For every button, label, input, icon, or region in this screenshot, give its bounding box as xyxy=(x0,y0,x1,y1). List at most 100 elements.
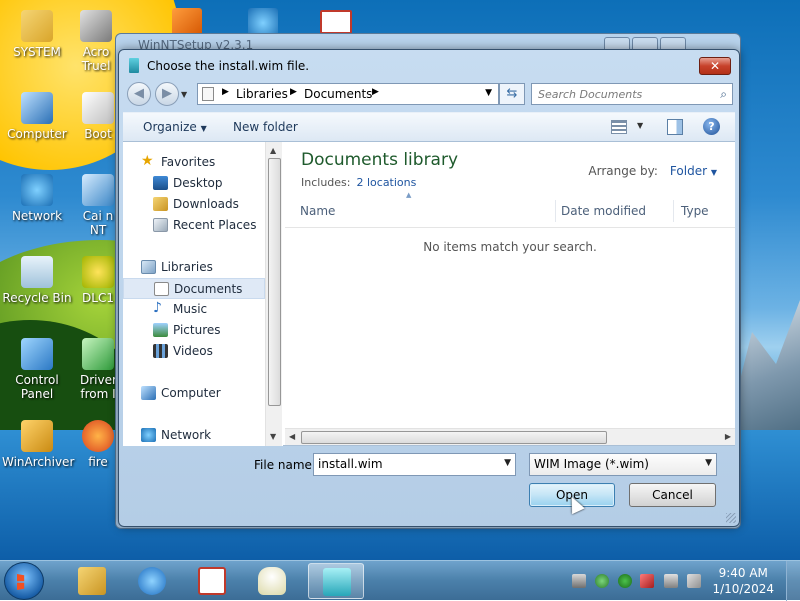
scroll-up-icon[interactable]: ▲ xyxy=(270,146,276,155)
winntsetup-icon xyxy=(323,568,351,596)
column-divider[interactable] xyxy=(555,200,556,222)
organize-button[interactable]: Organize ▼ xyxy=(143,120,207,134)
archive-icon xyxy=(21,420,53,452)
breadcrumb-chevron-icon[interactable]: ▶ xyxy=(372,87,379,97)
control-panel-icon xyxy=(21,338,53,370)
tool-icon[interactable] xyxy=(640,574,654,588)
breadcrumb-chevron-icon[interactable]: ▶ xyxy=(222,87,229,97)
file-name-input[interactable]: install.wim ▼ xyxy=(313,453,516,476)
volume-muted-icon[interactable] xyxy=(687,574,701,588)
driver-icon xyxy=(82,338,114,370)
desktop-icon-setup[interactable]: Cai n NT xyxy=(80,174,116,237)
dialog-title-icon xyxy=(129,58,139,73)
scrollbar-thumb[interactable] xyxy=(301,431,607,444)
taskbar: 9:40 AM 1/10/2024 xyxy=(0,560,800,601)
scroll-left-icon[interactable]: ◀ xyxy=(289,432,295,441)
nav-desktop[interactable]: Desktop xyxy=(123,173,265,194)
play-icon[interactable] xyxy=(618,574,632,588)
clock[interactable]: 9:40 AM 1/10/2024 xyxy=(712,565,774,597)
locations-link[interactable]: 2 locations xyxy=(356,176,416,189)
desktop-icon-driver[interactable]: Driver from I xyxy=(80,338,116,401)
command-bar: Organize ▼ New folder ▼ ? xyxy=(123,112,735,142)
column-type[interactable]: Type xyxy=(681,204,709,218)
desktop-icon-winarchiver[interactable]: WinArchiver xyxy=(2,420,74,469)
scroll-right-icon[interactable]: ▶ xyxy=(725,432,731,441)
desktop-icon-network[interactable]: Network xyxy=(2,174,72,223)
cancel-button[interactable]: Cancel xyxy=(629,483,716,507)
scrollbar-thumb[interactable] xyxy=(268,158,281,406)
folder-user-icon xyxy=(21,10,53,42)
recent-places-icon xyxy=(153,218,168,232)
nav-documents[interactable]: Documents xyxy=(123,278,265,299)
history-dropdown-icon[interactable]: ▼ xyxy=(181,90,187,99)
search-box[interactable]: ⌕ xyxy=(531,83,733,105)
downloads-folder-icon xyxy=(153,197,168,211)
shield-icon[interactable] xyxy=(595,574,609,588)
close-button[interactable]: ✕ xyxy=(699,57,731,75)
tray-stack-icon[interactable] xyxy=(572,574,586,588)
nav-favorites[interactable]: ★ Favorites xyxy=(123,152,265,173)
nav-pictures[interactable]: Pictures xyxy=(123,320,265,341)
taskbar-winntsetup[interactable] xyxy=(308,563,364,599)
resize-grip[interactable] xyxy=(726,513,736,523)
column-divider[interactable] xyxy=(673,200,674,222)
breadcrumb-documents[interactable]: Documents xyxy=(304,87,372,101)
taskbar-unicode-app[interactable] xyxy=(184,563,240,599)
desktop-icon-boot[interactable]: Boot xyxy=(80,92,116,141)
nav-downloads[interactable]: Downloads xyxy=(123,194,265,215)
clock-date: 1/10/2024 xyxy=(712,582,774,596)
desktop-icon-system[interactable]: SYSTEM xyxy=(2,10,72,59)
chevron-down-icon[interactable]: ▼ xyxy=(504,458,511,468)
navigation-pane: ★ Favorites Desktop Downloads Recent Pla… xyxy=(123,142,283,446)
library-includes: Includes: 2 locations xyxy=(301,176,417,189)
refresh-button[interactable]: ⇆ xyxy=(499,83,525,105)
videos-icon xyxy=(153,344,168,358)
nav-computer[interactable]: Computer xyxy=(123,383,265,404)
nav-recent-places[interactable]: Recent Places xyxy=(123,215,265,236)
address-dropdown-icon[interactable]: ▼ xyxy=(485,88,492,98)
forward-button[interactable]: ▶ xyxy=(155,82,179,106)
desktop-icon-acronis[interactable]: Acro Truel xyxy=(76,10,116,73)
address-bar[interactable]: ▶ Libraries ▶ Documents ▶ ▼ xyxy=(197,83,499,105)
nav-libraries[interactable]: Libraries xyxy=(123,257,265,278)
desktop-icon-firefox[interactable]: fire xyxy=(80,420,116,469)
help-icon[interactable]: ? xyxy=(703,118,720,135)
nav-videos[interactable]: Videos xyxy=(123,341,265,362)
network-tray-icon[interactable] xyxy=(664,574,678,588)
nav-music[interactable]: ♪ Music xyxy=(123,299,265,320)
search-input[interactable] xyxy=(538,86,708,102)
desktop-icon-dlc[interactable]: DLC1 xyxy=(80,256,116,305)
desktop-icon-recycle-bin[interactable]: Recycle Bin xyxy=(2,256,72,305)
start-button[interactable] xyxy=(4,562,44,600)
computer-icon xyxy=(141,386,156,400)
chevron-down-icon[interactable]: ▼ xyxy=(705,458,712,468)
scroll-down-icon[interactable]: ▼ xyxy=(270,432,276,441)
taskbar-explorer[interactable] xyxy=(64,563,120,599)
file-type-select[interactable]: WIM Image (*.wim) ▼ xyxy=(529,453,717,476)
breadcrumb-libraries[interactable]: Libraries xyxy=(236,87,288,101)
back-button[interactable]: ◀ xyxy=(127,82,151,106)
file-list-scrollbar[interactable]: ◀ ▶ xyxy=(285,428,735,445)
empty-message: No items match your search. xyxy=(423,240,597,254)
search-icon[interactable]: ⌕ xyxy=(720,87,727,102)
desktop-icon-computer[interactable]: Computer xyxy=(2,92,72,141)
arrange-by-dropdown[interactable]: Folder ▼ xyxy=(670,164,717,178)
change-view-icon[interactable] xyxy=(611,120,627,134)
libraries-icon xyxy=(141,260,156,274)
back-arrow-icon: ◀ xyxy=(134,86,144,101)
breadcrumb-chevron-icon[interactable]: ▶ xyxy=(290,87,297,97)
show-desktop-button[interactable] xyxy=(786,561,800,601)
navigation-scrollbar[interactable]: ▲ ▼ xyxy=(265,142,282,446)
column-name[interactable]: Name xyxy=(300,204,335,218)
column-date-modified[interactable]: Date modified xyxy=(561,204,646,218)
new-folder-button[interactable]: New folder xyxy=(233,120,298,134)
desktop-icon-control-panel[interactable]: Control Panel xyxy=(2,338,72,401)
taskbar-ghost-app[interactable] xyxy=(244,563,300,599)
refresh-icon: ⇆ xyxy=(506,86,518,101)
view-options-dropdown-icon[interactable]: ▼ xyxy=(637,121,643,130)
taskbar-internet-explorer[interactable] xyxy=(124,563,180,599)
unicode-app-icon xyxy=(198,567,226,595)
nav-network[interactable]: Network xyxy=(123,425,265,446)
preview-pane-icon[interactable] xyxy=(667,119,683,135)
unicode-app-icon[interactable] xyxy=(320,10,352,34)
